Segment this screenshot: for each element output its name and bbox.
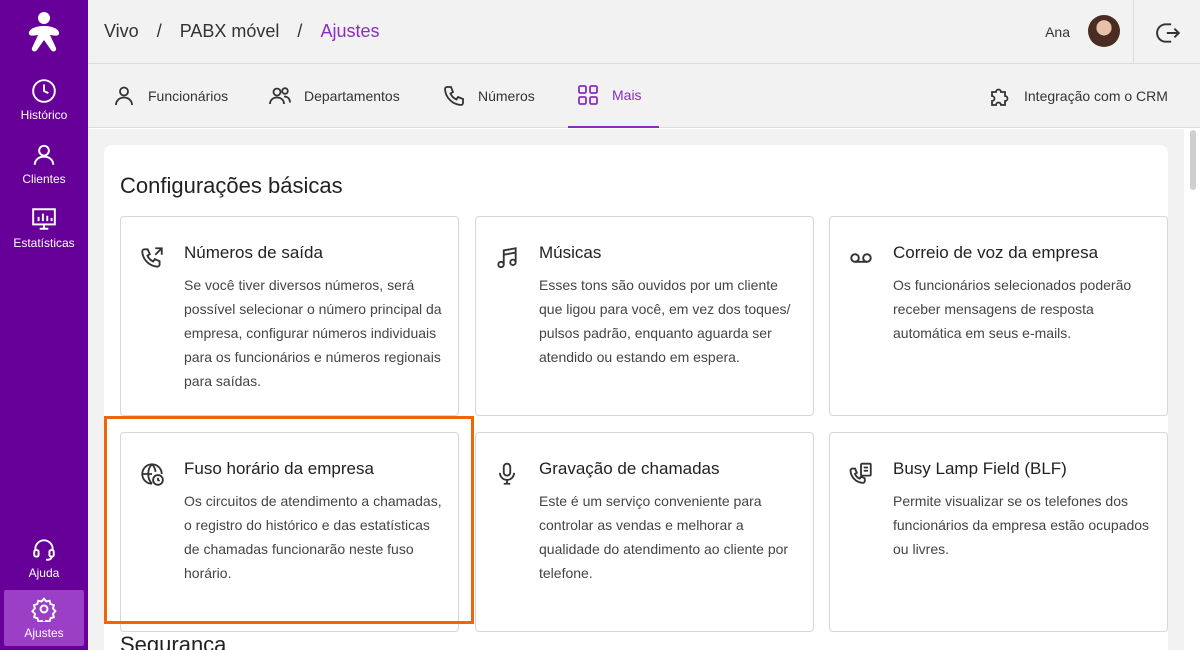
sidebar-item-label: Clientes	[22, 172, 66, 186]
person-icon	[115, 86, 133, 106]
breadcrumb-item-vivo[interactable]: Vivo	[104, 21, 139, 42]
voicemail-icon	[850, 253, 872, 263]
card-description: Se você tiver diversos números, será pos…	[184, 277, 442, 389]
globe-clock-icon	[141, 463, 164, 486]
card-outgoing-numbers[interactable]: Números de saída Se você tiver diversos …	[120, 216, 459, 416]
card-voicemail[interactable]: Correio de voz da empresa Os funcionário…	[829, 216, 1168, 416]
crm-integration-link[interactable]: Integração com o CRM	[988, 64, 1168, 128]
card-title: Busy Lamp Field (BLF)	[893, 459, 1067, 478]
crm-integration-label: Integração com o CRM	[1024, 88, 1168, 104]
sidebar-item-label: Ajustes	[24, 626, 64, 640]
sidebar-item-label: Histórico	[20, 108, 68, 122]
tab-funcionarios[interactable]: Funcionários	[112, 64, 228, 128]
clock-icon	[32, 79, 56, 103]
sidebar-item-ajustes[interactable]: Ajustes	[4, 590, 84, 646]
card-description: Permite visualizar se os telefones dos f…	[893, 493, 1150, 557]
breadcrumb-separator: /	[297, 21, 303, 41]
scrollbar[interactable]	[1190, 130, 1196, 190]
outgoing-call-icon	[141, 247, 163, 268]
tab-label: Departamentos	[304, 88, 400, 104]
headset-icon	[33, 539, 55, 561]
card-title: Gravação de chamadas	[539, 459, 720, 478]
tab-label: Funcionários	[148, 88, 229, 104]
puzzle-icon	[991, 88, 1009, 106]
sidebar: Histórico Clientes Estatísticas Ajuda Aj…	[0, 0, 88, 650]
music-note-icon	[497, 247, 517, 269]
grid-icon	[578, 85, 598, 105]
gear-icon	[31, 597, 57, 622]
tab-label: Números	[478, 88, 535, 104]
logout-icon[interactable]	[1156, 20, 1182, 46]
main-content: Configurações básicas Números de saída S…	[88, 129, 1184, 650]
sidebar-item-clientes[interactable]: Clientes	[4, 136, 84, 192]
section-title-security: Segurança	[120, 632, 227, 650]
breadcrumb-item-pabx[interactable]: PABX móvel	[180, 21, 280, 42]
sidebar-item-label: Ajuda	[28, 566, 60, 580]
breadcrumb: Vivo / PABX móvel / Ajustes	[104, 21, 379, 42]
card-description: Os circuitos de atendimento a chamadas, …	[184, 493, 442, 581]
chart-monitor-icon	[32, 208, 56, 230]
microphone-icon	[499, 462, 515, 485]
avatar[interactable]	[1088, 15, 1120, 47]
user-name: Ana	[1045, 24, 1070, 40]
tab-label: Mais	[612, 87, 642, 103]
header: Vivo / PABX móvel / Ajustes Ana	[88, 0, 1200, 64]
vivo-logo-icon	[28, 12, 60, 52]
card-title: Músicas	[539, 243, 602, 262]
phone-icon	[444, 86, 464, 106]
card-title: Fuso horário da empresa	[184, 459, 374, 478]
breadcrumb-separator: /	[156, 21, 162, 41]
vivo-logo[interactable]	[0, 10, 88, 54]
settings-panel: Configurações básicas Números de saída S…	[104, 145, 1168, 650]
card-description: Os funcionários selecionados poderão rec…	[893, 277, 1132, 341]
breadcrumb-item-ajustes: Ajustes	[320, 21, 380, 41]
sidebar-item-ajuda[interactable]: Ajuda	[4, 530, 84, 586]
tab-numeros[interactable]: Números	[442, 64, 535, 128]
tab-bar: Funcionários Departamentos Números Mais …	[88, 64, 1200, 128]
card-call-recording[interactable]: Gravação de chamadas Este é um serviço c…	[475, 432, 814, 632]
group-icon	[269, 87, 291, 105]
card-title: Correio de voz da empresa	[893, 243, 1099, 262]
person-icon	[33, 144, 55, 165]
card-music[interactable]: Músicas Esses tons são ouvidos por um cl…	[475, 216, 814, 416]
card-blf[interactable]: Busy Lamp Field (BLF) Permite visualizar…	[829, 432, 1168, 632]
card-description: Esses tons são ouvidos por um cliente qu…	[539, 277, 791, 365]
sidebar-item-historico[interactable]: Histórico	[4, 72, 84, 128]
sidebar-item-estatisticas[interactable]: Estatísticas	[4, 200, 84, 256]
sidebar-item-label: Estatísticas	[13, 236, 75, 250]
phone-list-icon	[849, 462, 872, 484]
tab-departamentos[interactable]: Departamentos	[268, 64, 400, 128]
card-description: Este é um serviço conveniente para contr…	[539, 493, 789, 581]
card-timezone[interactable]: Fuso horário da empresa Os circuitos de …	[120, 432, 459, 632]
header-divider	[1133, 0, 1134, 64]
section-title-basic: Configurações básicas	[120, 173, 343, 198]
card-title: Números de saída	[184, 243, 323, 262]
tab-mais[interactable]: Mais	[568, 64, 659, 128]
